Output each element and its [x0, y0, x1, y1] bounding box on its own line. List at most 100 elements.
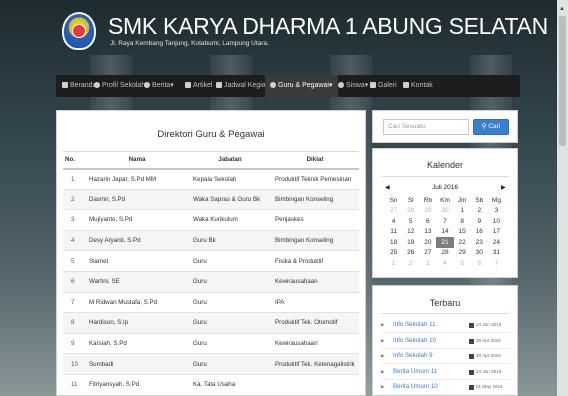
calendar-day-today[interactable]: 21: [436, 237, 454, 248]
cell-nama: Desy Aryanti, S.Pd: [85, 229, 189, 251]
search-input[interactable]: Cari Sesuatu: [383, 119, 469, 135]
directory-panel: Direktori Guru & Pegawai No. Nama Jabata…: [56, 110, 366, 396]
calendar-day[interactable]: 23: [471, 237, 488, 248]
calendar-day[interactable]: 4: [436, 258, 453, 269]
cell-no: 11: [63, 373, 85, 396]
calendar-month: Juli 2016: [431, 184, 459, 191]
table-row: 11 Fitriyansyah, S.Pd Ka. Tata Usaha: [63, 373, 359, 396]
nav-item-profil-sekolah[interactable]: Profil Sekolah▾: [94, 75, 149, 97]
cell-no: 6: [63, 270, 85, 293]
cell-jabatan: Guru: [189, 332, 271, 354]
search-button[interactable]: ⚲ Cari: [473, 119, 509, 135]
calendar-day[interactable]: 30: [436, 206, 453, 217]
calendar-day[interactable]: 31: [488, 248, 505, 259]
scrollbar-thumb[interactable]: [559, 16, 566, 146]
cell-nama: Hardison, S.Ip: [85, 312, 189, 334]
calendar-day[interactable]: 3: [488, 206, 505, 217]
weekday-label: Rb: [423, 196, 432, 204]
calendar-day[interactable]: 13: [419, 227, 436, 238]
news-item: ▶ Info Sekolah 10 30 Apr 2016: [381, 335, 511, 349]
calendar-prev-icon[interactable]: ◀: [385, 184, 390, 191]
calendar-day[interactable]: 7: [488, 258, 505, 269]
school-logo-icon[interactable]: [62, 12, 96, 50]
news-link[interactable]: Info Sekolah 10: [393, 337, 436, 344]
calendar-day[interactable]: 17: [488, 227, 505, 238]
news-date: 01 May 2016: [476, 384, 503, 389]
cell-no: 4: [63, 229, 85, 251]
news-link[interactable]: Info Sekolah 9: [393, 352, 433, 359]
news-link[interactable]: Info Sekolah 11: [393, 321, 436, 328]
calendar-day[interactable]: 5: [454, 258, 471, 269]
nav-item-berita[interactable]: Berita▾: [144, 75, 174, 97]
calendar-day[interactable]: 28: [402, 206, 419, 217]
calendar-icon: [469, 385, 474, 390]
news-link[interactable]: Berita Umum 10: [393, 383, 438, 390]
calendar-day[interactable]: 29: [454, 248, 471, 259]
page: SMK KARYA DHARMA 1 ABUNG SELATAN Jl. Ray…: [0, 0, 568, 396]
cell-diklat: Bimbingan Konseling: [271, 229, 359, 251]
table-row: 8 Hardison, S.Ip Guru Produktif Tek. Otomot…: [63, 312, 359, 334]
list-icon: [216, 82, 222, 88]
nav-item-siswa[interactable]: Siswa▾: [338, 75, 368, 97]
calendar-week: 1234567: [385, 258, 505, 269]
cell-nama: M Ridwan Mustafa, S.Pd: [85, 291, 189, 313]
nav-item-galeri[interactable]: Galeri: [370, 75, 397, 97]
nav-item-artikel[interactable]: Artikel: [185, 75, 212, 97]
calendar-day[interactable]: 18: [385, 237, 402, 248]
calendar-day[interactable]: 5: [402, 216, 419, 227]
calendar-day[interactable]: 24: [488, 237, 505, 248]
news-link[interactable]: Berita Umum 11: [393, 368, 437, 375]
calendar-day[interactable]: 29: [419, 206, 436, 217]
calendar-day[interactable]: 27: [385, 206, 402, 217]
calendar-day[interactable]: 3: [419, 258, 436, 269]
news-date: 24 Jun 2016: [476, 322, 502, 327]
calendar-day[interactable]: 27: [419, 248, 436, 259]
calendar-day[interactable]: 9: [471, 216, 488, 227]
calendar-day[interactable]: 1: [385, 258, 402, 269]
calendar-week: 27 28 29 30 1 2 3: [385, 206, 505, 217]
calendar-day[interactable]: 1: [454, 206, 471, 217]
calendar-day[interactable]: 2: [402, 258, 419, 269]
calendar-day[interactable]: 19: [402, 237, 419, 248]
calendar-day[interactable]: 25: [385, 248, 402, 259]
calendar-day[interactable]: 12: [402, 227, 419, 238]
calendar-day[interactable]: 22: [454, 237, 471, 248]
calendar-day[interactable]: 6: [471, 258, 488, 269]
calendar-day[interactable]: 28: [436, 248, 453, 259]
calendar-day[interactable]: 4: [385, 216, 402, 227]
nav-item-beranda[interactable]: Beranda: [62, 75, 96, 97]
cell-diklat: Fisika & Produktif: [271, 250, 359, 272]
calendar-next-icon[interactable]: ▶: [501, 184, 506, 191]
cell-diklat: Kewirausahaan: [271, 332, 359, 354]
scroll-up-icon[interactable]: ▲: [559, 6, 565, 12]
main-navbar: BerandaProfil Sekolah▾Berita▾ArtikelJadw…: [56, 75, 520, 97]
calendar-day[interactable]: 6: [419, 216, 436, 227]
news-item: ▶ Info Sekolah 9 30 Apr 2016: [381, 350, 511, 364]
calendar-day[interactable]: 15: [454, 227, 471, 238]
cell-diklat: Penjaskes: [271, 209, 359, 231]
site-title[interactable]: SMK KARYA DHARMA 1 ABUNG SELATAN: [108, 13, 548, 40]
calendar-day[interactable]: 11: [385, 227, 402, 238]
calendar-day[interactable]: 16: [471, 227, 488, 238]
cell-nama: Slamet: [85, 250, 189, 272]
table-header-row: No. Nama Jabatan Diklat: [63, 151, 359, 170]
table-row: 1 Hazarin Japar, S.Pd MM Kepala Sekolah Pro…: [63, 168, 359, 190]
nav-item-guru-pegawai[interactable]: Guru & Pegawai▾: [265, 75, 338, 97]
calendar-icon: [469, 354, 474, 359]
calendar-day[interactable]: 8: [454, 216, 471, 227]
calendar-icon: [469, 369, 474, 375]
calendar-day[interactable]: 30: [471, 248, 488, 259]
calendar-day[interactable]: 14: [436, 227, 453, 238]
cell-nama: Mujiyanto, S.Pd: [85, 209, 189, 231]
cell-jabatan: Waka Sapras & Guru Bk: [189, 188, 271, 210]
calendar-day[interactable]: 2: [471, 206, 488, 217]
cell-nama: Fitriyansyah, S.Pd: [85, 373, 189, 396]
nav-item-kontak[interactable]: Kontak: [403, 75, 433, 97]
calendar-title: Kalender: [426, 160, 464, 170]
calendar-day[interactable]: 20: [419, 237, 436, 248]
calendar-day[interactable]: 7: [436, 216, 453, 227]
table-row: 6 Wartini, SE Guru Kewirausahaan: [63, 270, 359, 293]
calendar-day[interactable]: 10: [488, 216, 505, 227]
calendar-day[interactable]: 26: [402, 248, 419, 259]
table-row: 4 Desy Aryanti, S.Pd Guru Bk Bimbingan Kons…: [63, 229, 359, 251]
